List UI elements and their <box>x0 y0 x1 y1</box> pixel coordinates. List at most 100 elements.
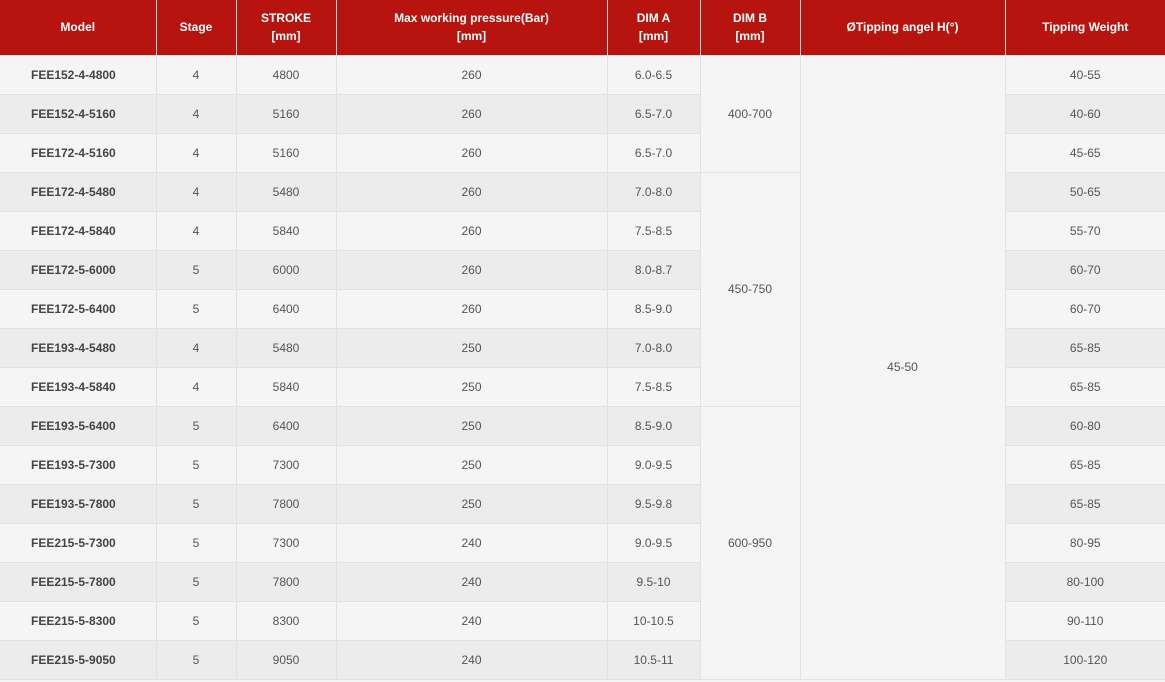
cell-tipping-weight: 55-70 <box>1005 211 1165 251</box>
cell-stage: 5 <box>156 445 237 485</box>
header-dim-b: DIM B [mm] <box>700 0 801 56</box>
header-tipping-angle: ØTipping angel H(°) <box>800 0 1006 56</box>
cell-dim-a: 9.5-10 <box>607 562 701 602</box>
cell-stage: 5 <box>156 484 237 524</box>
cell-stage: 5 <box>156 601 237 641</box>
cell-dim-a: 8.5-9.0 <box>607 406 701 446</box>
cell-model: FEE215-5-7800 <box>0 562 157 602</box>
cell-stroke: 7300 <box>236 445 337 485</box>
header-dima-line1: DIM A <box>636 11 671 26</box>
cell-pressure: 260 <box>336 55 608 95</box>
cell-tipping-weight: 60-80 <box>1005 406 1165 446</box>
cell-pressure: 260 <box>336 211 608 251</box>
spec-table: Model Stage STROKE [mm] Max working press… <box>0 0 1165 680</box>
cell-dim-a: 7.5-8.5 <box>607 367 701 407</box>
cell-stage: 5 <box>156 640 237 680</box>
cell-tipping-weight: 60-70 <box>1005 289 1165 329</box>
cell-model: FEE172-4-5480 <box>0 172 157 212</box>
cell-dim-a: 6.0-6.5 <box>607 55 701 95</box>
cell-tipping-weight: 50-65 <box>1005 172 1165 212</box>
cell-model: FEE193-5-7800 <box>0 484 157 524</box>
cell-stroke: 7300 <box>236 523 337 563</box>
cell-tipping-weight: 65-85 <box>1005 328 1165 368</box>
cell-model: FEE193-5-6400 <box>0 406 157 446</box>
cell-pressure: 250 <box>336 445 608 485</box>
cell-dim-a: 8.5-9.0 <box>607 289 701 329</box>
header-tipping-weight: Tipping Weight <box>1005 0 1165 56</box>
cell-pressure: 250 <box>336 328 608 368</box>
header-model: Model <box>0 0 157 56</box>
cell-stage: 5 <box>156 523 237 563</box>
cell-dim-b: 600-950 <box>700 406 801 680</box>
cell-stroke: 7800 <box>236 484 337 524</box>
cell-pressure: 260 <box>336 133 608 173</box>
cell-dim-a: 7.0-8.0 <box>607 172 701 212</box>
cell-pressure: 260 <box>336 94 608 134</box>
cell-model: FEE215-5-8300 <box>0 601 157 641</box>
header-pressure-line1: Max working pressure(Bar) <box>394 11 549 26</box>
cell-stroke: 6400 <box>236 289 337 329</box>
cell-stage: 4 <box>156 211 237 251</box>
cell-stage: 5 <box>156 562 237 602</box>
cell-stage: 4 <box>156 172 237 212</box>
header-pressure-line2: [mm] <box>456 29 487 44</box>
header-dimb-line1: DIM B <box>733 11 767 26</box>
cell-stroke: 9050 <box>236 640 337 680</box>
cell-stroke: 6400 <box>236 406 337 446</box>
cell-model: FEE152-4-4800 <box>0 55 157 95</box>
cell-pressure: 260 <box>336 172 608 212</box>
cell-dim-a: 10.5-11 <box>607 640 701 680</box>
cell-stage: 4 <box>156 133 237 173</box>
header-stroke-line1: STROKE <box>260 11 311 26</box>
cell-tipping-weight: 40-60 <box>1005 94 1165 134</box>
cell-stroke: 5480 <box>236 328 337 368</box>
table-row: FEE152-4-4800 4 4800 260 6.0-6.5 400-700 45-50… <box>0 55 1165 680</box>
cell-tipping-weight: 80-95 <box>1005 523 1165 563</box>
cell-pressure: 250 <box>336 484 608 524</box>
header-stage: Stage <box>156 0 237 56</box>
cell-stroke: 7800 <box>236 562 337 602</box>
cell-pressure: 240 <box>336 523 608 563</box>
cell-tipping-weight: 65-85 <box>1005 367 1165 407</box>
header-stroke: STROKE [mm] <box>236 0 337 56</box>
cell-stage: 5 <box>156 406 237 446</box>
cell-dim-a: 9.0-9.5 <box>607 445 701 485</box>
cell-stroke: 5160 <box>236 133 337 173</box>
cell-model: FEE172-5-6400 <box>0 289 157 329</box>
cell-dim-a: 7.0-8.0 <box>607 328 701 368</box>
cell-stroke: 5840 <box>236 211 337 251</box>
cell-stage: 5 <box>156 250 237 290</box>
cell-model: FEE152-4-5160 <box>0 94 157 134</box>
cell-pressure: 240 <box>336 562 608 602</box>
cell-tipping-weight: 40-55 <box>1005 55 1165 95</box>
cell-tipping-weight: 60-70 <box>1005 250 1165 290</box>
cell-tipping-weight: 90-110 <box>1005 601 1165 641</box>
cell-dim-a: 9.5-9.8 <box>607 484 701 524</box>
cell-model: FEE172-5-6000 <box>0 250 157 290</box>
cell-stroke: 8300 <box>236 601 337 641</box>
table-body: FEE152-4-4800 4 4800 260 6.0-6.5 400-700 45-50… <box>0 55 1165 680</box>
cell-pressure: 260 <box>336 289 608 329</box>
cell-stroke: 5160 <box>236 94 337 134</box>
cell-tipping-angle: 45-50 <box>800 55 1006 680</box>
cell-model: FEE193-5-7300 <box>0 445 157 485</box>
cell-stroke: 4800 <box>236 55 337 95</box>
header-dim-a: DIM A [mm] <box>607 0 701 56</box>
cell-stroke: 5480 <box>236 172 337 212</box>
header-dimb-line2: [mm] <box>735 29 765 44</box>
cell-stage: 4 <box>156 328 237 368</box>
cell-dim-a: 8.0-8.7 <box>607 250 701 290</box>
cell-stage: 5 <box>156 289 237 329</box>
cell-tipping-weight: 100-120 <box>1005 640 1165 680</box>
cell-model: FEE215-5-7300 <box>0 523 157 563</box>
cell-tipping-weight: 45-65 <box>1005 133 1165 173</box>
cell-stroke: 5840 <box>236 367 337 407</box>
cell-stage: 4 <box>156 367 237 407</box>
header-stroke-line2: [mm] <box>271 29 301 44</box>
cell-dim-a: 10-10.5 <box>607 601 701 641</box>
cell-tipping-weight: 65-85 <box>1005 445 1165 485</box>
cell-pressure: 240 <box>336 640 608 680</box>
cell-pressure: 260 <box>336 250 608 290</box>
cell-stroke: 6000 <box>236 250 337 290</box>
cell-dim-a: 9.0-9.5 <box>607 523 701 563</box>
